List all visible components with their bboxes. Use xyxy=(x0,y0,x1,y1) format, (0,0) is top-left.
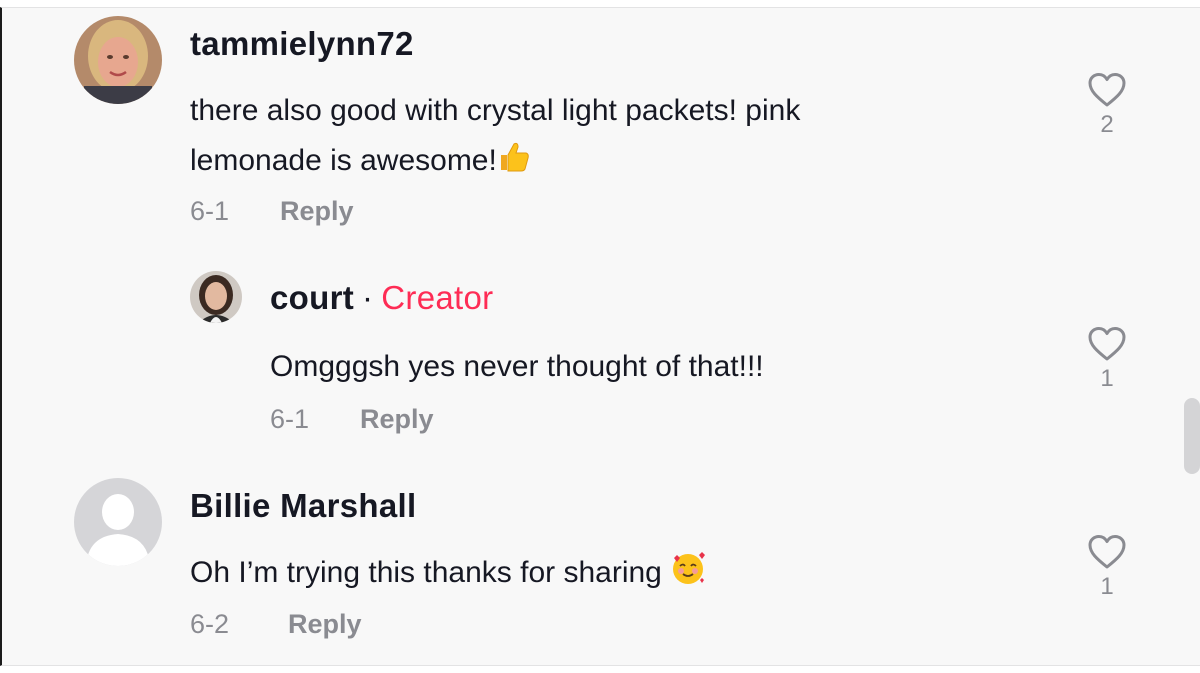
comment-text: there also good with crystal light packe… xyxy=(190,86,800,190)
scrollbar-thumb[interactable] xyxy=(1184,398,1200,474)
comment-text-line: lemonade is awesome! xyxy=(190,136,800,190)
like-button[interactable]: 2 xyxy=(1085,72,1129,140)
thumbs-up-icon xyxy=(497,140,531,190)
comment-username[interactable]: court xyxy=(270,279,354,316)
smiling-face-with-hearts-icon xyxy=(670,550,706,602)
reply-button[interactable]: Reply xyxy=(360,402,434,436)
like-count: 1 xyxy=(1100,365,1114,392)
avatar[interactable] xyxy=(74,16,162,104)
reply-button[interactable]: Reply xyxy=(280,194,354,228)
avatar[interactable] xyxy=(74,478,162,566)
like-count: 2 xyxy=(1100,111,1114,138)
like-button[interactable]: 1 xyxy=(1085,326,1129,394)
heart-icon xyxy=(1088,73,1126,107)
heart-icon xyxy=(1088,327,1126,361)
like-count: 1 xyxy=(1100,573,1114,600)
comments-panel: tammielynn72 there also good with crysta… xyxy=(0,7,1200,666)
comment-date: 6-1 xyxy=(190,196,230,226)
comment-username[interactable]: Billie Marshall xyxy=(190,486,416,526)
comment-date: 6-1 xyxy=(270,404,310,434)
comment-date: 6-2 xyxy=(190,609,230,639)
comment-text-line-2: lemonade is awesome! xyxy=(190,144,497,177)
creator-badge: Creator xyxy=(381,279,494,316)
avatar[interactable] xyxy=(190,271,242,323)
heart-icon xyxy=(1088,535,1126,569)
comment-text: Omgggsh yes never thought of that!!! xyxy=(270,350,764,383)
comment-username[interactable]: tammielynn72 xyxy=(190,24,414,64)
separator-dot: · xyxy=(362,279,374,316)
like-button[interactable]: 1 xyxy=(1085,534,1129,602)
comment-text-line: Oh I’m trying this thanks for sharing xyxy=(190,548,706,602)
comment-text-line: there also good with crystal light packe… xyxy=(190,94,801,127)
reply-button[interactable]: Reply xyxy=(288,607,362,641)
comment-username-line: court · Creator xyxy=(270,278,493,318)
comment-text: Oh I’m trying this thanks for sharing xyxy=(190,556,662,589)
